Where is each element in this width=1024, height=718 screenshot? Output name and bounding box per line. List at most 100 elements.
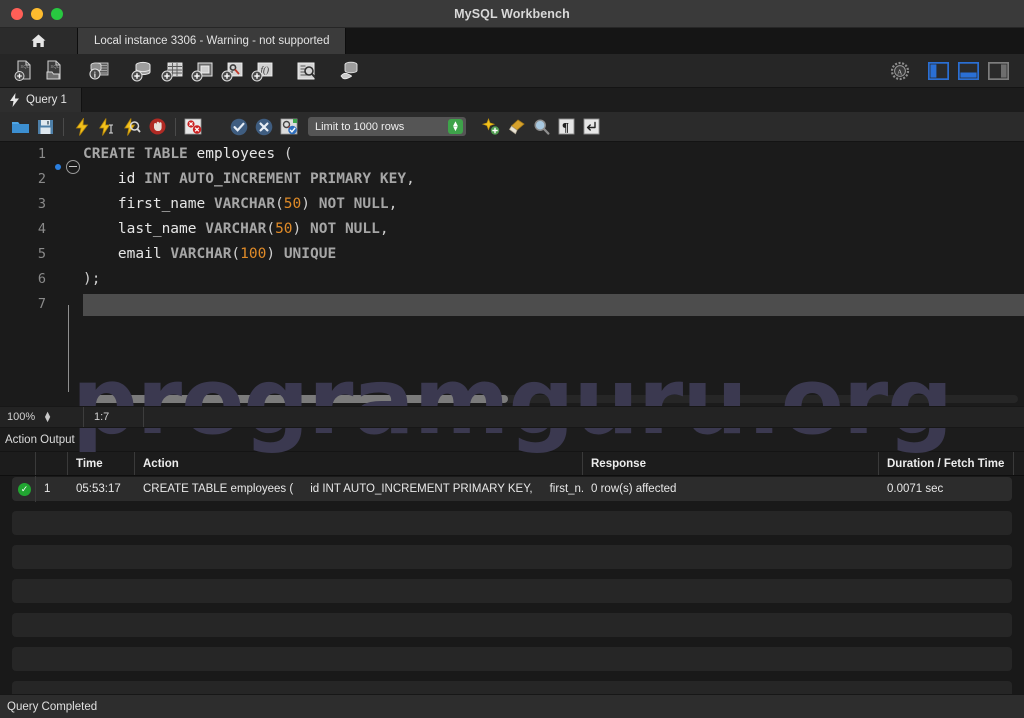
action-output-row[interactable]: ✓ 1 05:53:17 CREATE TABLE employees ( id INT…	[0, 476, 1024, 502]
query-tab-strip: Query 1	[0, 88, 1024, 112]
scrollbar-thumb[interactable]	[83, 395, 508, 403]
column-header-filler	[1014, 452, 1024, 475]
row-filler-cell	[1014, 476, 1024, 502]
server-status-icon[interactable]: i	[84, 58, 112, 84]
code-line[interactable]: 6);	[0, 267, 1024, 292]
code-line[interactable]: 2 id INT AUTO_INCREMENT PRIMARY KEY,	[0, 167, 1024, 192]
code-text: last_name VARCHAR(50) NOT NULL,	[83, 221, 389, 237]
invisible-chars-icon[interactable]: ¶	[554, 115, 578, 139]
row-time-cell: 05:53:17	[76, 483, 121, 495]
new-sql-tab-icon[interactable]: SQL	[10, 58, 38, 84]
status-bar-message: Query Completed	[7, 700, 98, 713]
column-header-status	[0, 452, 36, 475]
sql-code[interactable]: 1 CREATE TABLE employees ( 2 id INT AUTO_I…	[0, 142, 1024, 317]
reconnect-dbms-icon[interactable]	[336, 58, 364, 84]
beautify-sql-icon[interactable]	[479, 115, 503, 139]
action-text: CREATE TABLE employees ( id INT AUTO_INCR…	[143, 483, 583, 495]
line-number: 1	[37, 146, 46, 162]
column-header-duration[interactable]: Duration / Fetch Time	[879, 452, 1014, 475]
action-output-empty-row[interactable]	[0, 646, 1024, 672]
column-header-response[interactable]: Response	[583, 452, 879, 475]
svg-text:¶: ¶	[562, 120, 569, 135]
commit-icon[interactable]	[227, 115, 251, 139]
new-procedure-icon[interactable]	[218, 58, 246, 84]
query-toolbar: Limit to 1000 rows ▲ ▼ ¶	[0, 112, 1024, 142]
action-output-grid[interactable]: ✓ 1 05:53:17 CREATE TABLE employees ( id INT…	[0, 476, 1024, 706]
action-output-empty-row[interactable]	[0, 578, 1024, 604]
svg-text:A: A	[897, 67, 903, 76]
action-output-empty-row[interactable]	[0, 612, 1024, 638]
title-bar: MySQL Workbench	[0, 0, 1024, 28]
current-line-highlight	[83, 293, 1024, 316]
row-background	[12, 545, 1012, 569]
svg-text:SQL: SQL	[21, 64, 30, 69]
toggle-sidebar-icon[interactable]	[924, 58, 952, 84]
svg-text:SQL: SQL	[51, 64, 60, 69]
new-function-icon[interactable]: f()	[248, 58, 276, 84]
editor-status-filler	[144, 407, 1024, 427]
zoom-control[interactable]: 100% ▲ ▼	[0, 407, 84, 427]
explain-statement-icon[interactable]	[120, 115, 144, 139]
connection-tab-label: Local instance 3306 - Warning - not supp…	[94, 35, 330, 47]
open-script-icon[interactable]	[8, 115, 32, 139]
clear-sql-icon[interactable]	[504, 115, 528, 139]
code-text: );	[83, 271, 101, 287]
row-limit-label: Limit to 1000 rows	[315, 120, 405, 133]
rollback-icon[interactable]	[252, 115, 276, 139]
execute-current-statement-icon[interactable]	[95, 115, 119, 139]
action-output-panel: Action Output ▲ ▼ Time Action Response Du…	[0, 428, 1024, 706]
code-text: CREATE TABLE employees (	[83, 146, 293, 162]
connection-tab[interactable]: Local instance 3306 - Warning - not supp…	[78, 28, 347, 54]
line-number: 7	[37, 296, 46, 312]
toggle-secondary-sidebar-icon[interactable]	[984, 58, 1012, 84]
open-sql-script-icon[interactable]: SQL	[40, 58, 68, 84]
action-output-header[interactable]: Action Output ▲ ▼	[0, 428, 1024, 452]
code-line[interactable]: 3 first_name VARCHAR(50) NOT NULL,	[0, 192, 1024, 217]
query-tab[interactable]: Query 1	[0, 88, 82, 112]
code-line[interactable]: 5 email VARCHAR(100) UNIQUE	[0, 242, 1024, 267]
new-view-icon[interactable]	[188, 58, 216, 84]
stop-execution-icon[interactable]	[145, 115, 169, 139]
line-number: 5	[37, 246, 46, 262]
cursor-position: 1:7	[84, 407, 144, 427]
row-index-cell: 1	[44, 483, 51, 495]
row-limit-stepper-icon[interactable]: ▲ ▼	[448, 119, 463, 134]
fold-guide-line	[68, 305, 69, 392]
action-text-part: id INT AUTO_INCREMENT PRIMARY KEY,	[310, 483, 533, 495]
search-data-icon[interactable]	[292, 58, 320, 84]
status-bar: Query Completed	[0, 694, 1024, 718]
action-output-stepper-icon[interactable]: ▲ ▼	[85, 432, 94, 447]
code-line[interactable]: 1 CREATE TABLE employees (	[0, 142, 1024, 174]
wrap-lines-icon[interactable]	[579, 115, 603, 139]
query-tab-filler	[81, 88, 1024, 112]
row-action-cell: CREATE TABLE employees ( id INT AUTO_INCR…	[135, 476, 583, 502]
find-icon[interactable]	[529, 115, 553, 139]
execute-statement-icon[interactable]	[70, 115, 94, 139]
cursor-position-label: 1:7	[94, 411, 110, 423]
sql-editor[interactable]: 1 CREATE TABLE employees ( 2 id INT AUTO_I…	[0, 142, 1024, 392]
new-schema-icon[interactable]	[128, 58, 156, 84]
autocommit-icon[interactable]	[277, 115, 301, 139]
zoom-level-label: 100%	[7, 411, 36, 423]
success-check-icon: ✓	[18, 482, 31, 496]
row-background	[12, 511, 1012, 535]
zoom-stepper-icon[interactable]: ▲ ▼	[43, 409, 52, 424]
mysql-workbench-window: MySQL Workbench Local instance 3306 - Wa…	[0, 0, 1024, 718]
home-tab[interactable]	[0, 28, 78, 54]
save-script-icon[interactable]	[33, 115, 57, 139]
column-header-time[interactable]: Time	[68, 452, 135, 475]
action-output-empty-row[interactable]	[0, 510, 1024, 536]
code-line[interactable]: 7	[0, 292, 1024, 317]
new-table-icon[interactable]	[158, 58, 186, 84]
action-text-part: CREATE TABLE employees (	[143, 483, 294, 495]
admin-gear-icon[interactable]: A	[886, 58, 914, 84]
main-toolbar: SQL SQL i f() A	[0, 54, 1024, 88]
column-header-action[interactable]: Action	[135, 452, 583, 475]
toggle-output-icon[interactable]	[954, 58, 982, 84]
code-line[interactable]: 4 last_name VARCHAR(50) NOT NULL,	[0, 217, 1024, 242]
action-output-empty-row[interactable]	[0, 544, 1024, 570]
window-title: MySQL Workbench	[454, 6, 570, 21]
toggle-stop-on-error-icon[interactable]	[182, 115, 206, 139]
row-limit-dropdown[interactable]: Limit to 1000 rows ▲ ▼	[308, 117, 466, 136]
editor-horizontal-scrollbar[interactable]	[0, 392, 1024, 406]
